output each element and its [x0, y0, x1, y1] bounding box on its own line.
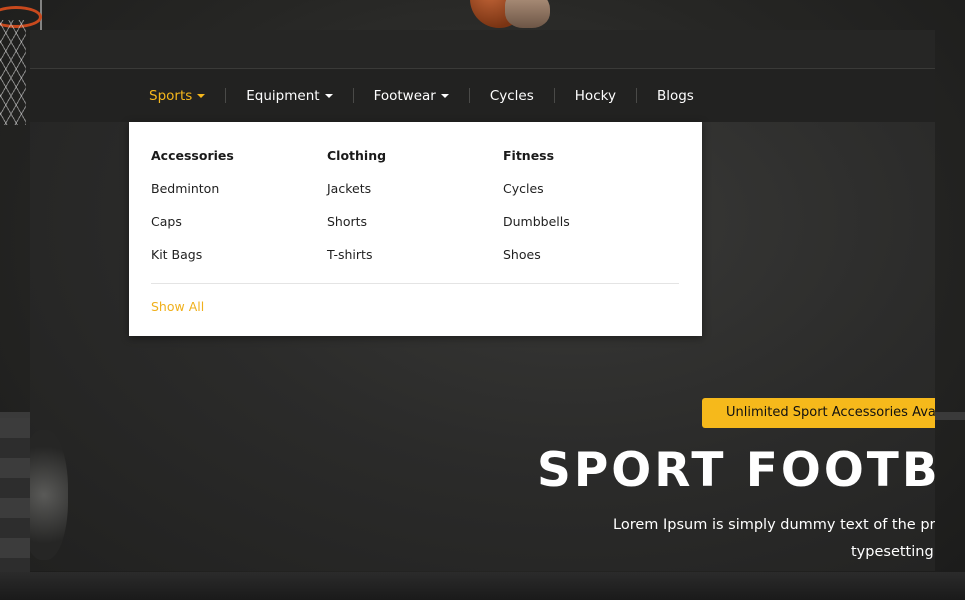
menu-column-title: Clothing — [327, 148, 387, 163]
menu-link-shorts[interactable]: Shorts — [327, 214, 497, 232]
menu-link-shoes[interactable]: Shoes — [503, 247, 673, 265]
nav-item-label: Sports — [149, 87, 193, 104]
hero-description: Lorem Ipsum is simply dummy text of the … — [613, 517, 935, 533]
hero-badge: Unlimited Sport Accessories Ava — [702, 398, 935, 428]
nav-item-label: Cycles — [489, 87, 534, 104]
top-bar — [30, 30, 935, 69]
bleachers-image — [0, 418, 30, 578]
main-nav: Sports Equipment Footwear Cycles Hocky B… — [149, 69, 694, 122]
nav-item-hocky[interactable]: Hocky — [575, 88, 616, 104]
menu-column-clothing: Clothing Jackets Shorts T-shirts — [327, 148, 497, 265]
nav-separator — [225, 88, 227, 103]
nav-item-equipment[interactable]: Equipment — [246, 87, 333, 104]
menu-column-accessories: Accessories Bedminton Caps Kit Bags — [151, 148, 321, 265]
hand-image — [505, 0, 550, 28]
floor-image — [0, 572, 965, 600]
menu-column-title: Fitness — [503, 148, 555, 163]
menu-column-fitness: Fitness Cycles Dumbbells Shoes — [503, 148, 673, 265]
nav-item-cycles[interactable]: Cycles — [490, 88, 534, 104]
chevron-down-icon — [197, 94, 206, 98]
menu-link-jackets[interactable]: Jackets — [327, 181, 497, 199]
menu-link-bedminton[interactable]: Bedminton — [151, 181, 321, 199]
nav-separator — [553, 88, 555, 103]
menu-link-t-shirts[interactable]: T-shirts — [327, 247, 497, 265]
menu-divider — [151, 283, 679, 284]
navigation-bar: Sports Equipment Footwear Cycles Hocky B… — [30, 69, 935, 122]
sports-mega-menu: Accessories Bedminton Caps Kit Bags Clot… — [129, 122, 702, 336]
menu-link-dumbbells[interactable]: Dumbbells — [503, 214, 673, 232]
chevron-down-icon — [440, 94, 449, 98]
nav-separator — [635, 88, 637, 103]
helmet-image — [30, 430, 68, 560]
nav-item-blogs[interactable]: Blogs — [657, 88, 694, 104]
nav-item-sports[interactable]: Sports — [149, 87, 206, 104]
show-all-link[interactable]: Show All — [151, 299, 204, 314]
menu-link-kit-bags[interactable]: Kit Bags — [151, 247, 321, 265]
main-panel: Sports Equipment Footwear Cycles Hocky B… — [30, 30, 935, 571]
menu-column-title: Accessories — [151, 148, 234, 163]
nav-item-label: Blogs — [656, 87, 694, 104]
nav-item-label: Footwear — [373, 87, 436, 104]
menu-link-caps[interactable]: Caps — [151, 214, 321, 232]
nav-separator — [468, 88, 470, 103]
nav-separator — [352, 88, 354, 103]
hero-title: SPORT FOOTBA — [537, 443, 935, 498]
menu-link-cycles[interactable]: Cycles — [503, 181, 673, 199]
chevron-down-icon — [324, 94, 333, 98]
nav-item-label: Hocky — [574, 87, 616, 104]
hero-description-line2: typesetting — [851, 544, 934, 560]
nav-item-label: Equipment — [246, 87, 320, 104]
nav-item-footwear[interactable]: Footwear — [374, 88, 449, 104]
